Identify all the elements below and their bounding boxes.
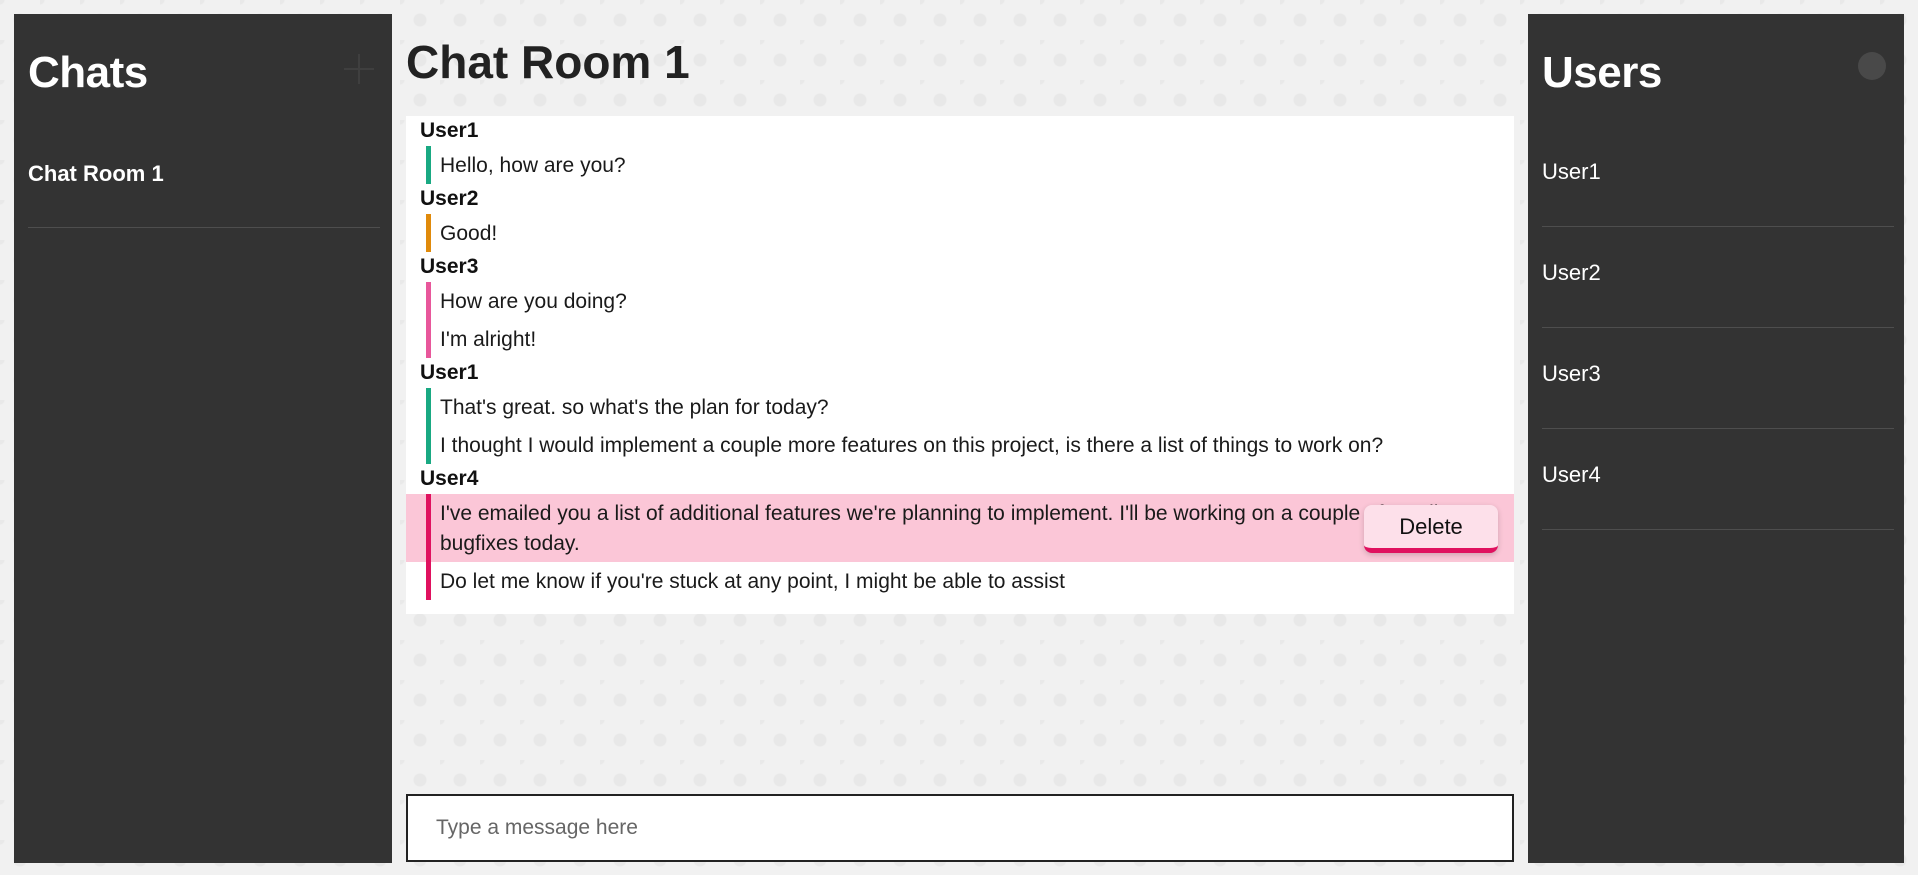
- message[interactable]: That's great. so what's the plan for tod…: [406, 388, 1514, 426]
- author-color-bar: [426, 426, 431, 464]
- user-list-item[interactable]: User3: [1542, 328, 1894, 429]
- author-color-bar: [426, 214, 431, 252]
- message-text: That's great. so what's the plan for tod…: [440, 396, 829, 419]
- message-group: User2 Good!: [406, 184, 1514, 252]
- message[interactable]: How are you doing?: [406, 282, 1514, 320]
- message-text: Hello, how are you?: [440, 154, 626, 177]
- status-dot-icon: [1858, 52, 1886, 80]
- user-list-item[interactable]: User2: [1542, 227, 1894, 328]
- message[interactable]: I'm alright!: [406, 320, 1514, 358]
- message-group: User3 How are you doing? I'm alright!: [406, 252, 1514, 358]
- chats-sidebar: Chats Chat Room 1: [14, 14, 392, 863]
- chat-list-item[interactable]: Chat Room 1: [28, 132, 380, 228]
- user-list: User1 User2 User3 User4: [1542, 126, 1894, 530]
- message-text: Good!: [440, 222, 498, 245]
- message-text: I've emailed you a list of additional fe…: [440, 502, 1439, 555]
- message-text: Do let me know if you're stuck at any po…: [440, 570, 1065, 593]
- user-list-item[interactable]: User1: [1542, 126, 1894, 227]
- chat-room-title: Chat Room 1: [406, 36, 690, 88]
- users-sidebar: Users User1 User2 User3 User4: [1528, 14, 1904, 863]
- message-selected[interactable]: I've emailed you a list of additional fe…: [406, 494, 1514, 562]
- message[interactable]: Do let me know if you're stuck at any po…: [406, 562, 1514, 600]
- author-color-bar: [426, 320, 431, 358]
- message-group: User1 Hello, how are you?: [406, 116, 1514, 184]
- message[interactable]: Hello, how are you?: [406, 146, 1514, 184]
- user-list-item[interactable]: User4: [1542, 429, 1894, 530]
- author-color-bar: [426, 146, 431, 184]
- message[interactable]: Good!: [406, 214, 1514, 252]
- message-text: I thought I would implement a couple mor…: [440, 434, 1384, 457]
- message-input[interactable]: [408, 796, 1512, 860]
- message-text: I'm alright!: [440, 328, 537, 351]
- author-color-bar: [426, 388, 431, 426]
- message-group: User1 That's great. so what's the plan f…: [406, 358, 1514, 464]
- message[interactable]: I thought I would implement a couple mor…: [406, 426, 1514, 464]
- message-text: How are you doing?: [440, 290, 627, 313]
- message-group: User4 I've emailed you a list of additio…: [406, 464, 1514, 600]
- chats-title: Chats: [28, 48, 148, 97]
- author-color-bar: [426, 494, 431, 562]
- delete-message-button[interactable]: Delete: [1364, 505, 1498, 553]
- message-author: User4: [420, 467, 479, 490]
- message-composer: [406, 794, 1514, 862]
- author-color-bar: [426, 562, 431, 600]
- message-author: User2: [420, 187, 479, 210]
- message-list: User1 Hello, how are you? User2 Good! Us…: [406, 116, 1514, 614]
- message-author: User1: [420, 361, 479, 384]
- add-chat-icon[interactable]: [342, 52, 376, 86]
- message-author: User3: [420, 255, 479, 278]
- users-title: Users: [1542, 48, 1662, 97]
- author-color-bar: [426, 282, 431, 320]
- chat-list: Chat Room 1: [28, 132, 380, 228]
- chat-main: Chat Room 1 User1 Hello, how are you? Us…: [392, 14, 1528, 863]
- message-author: User1: [420, 119, 479, 142]
